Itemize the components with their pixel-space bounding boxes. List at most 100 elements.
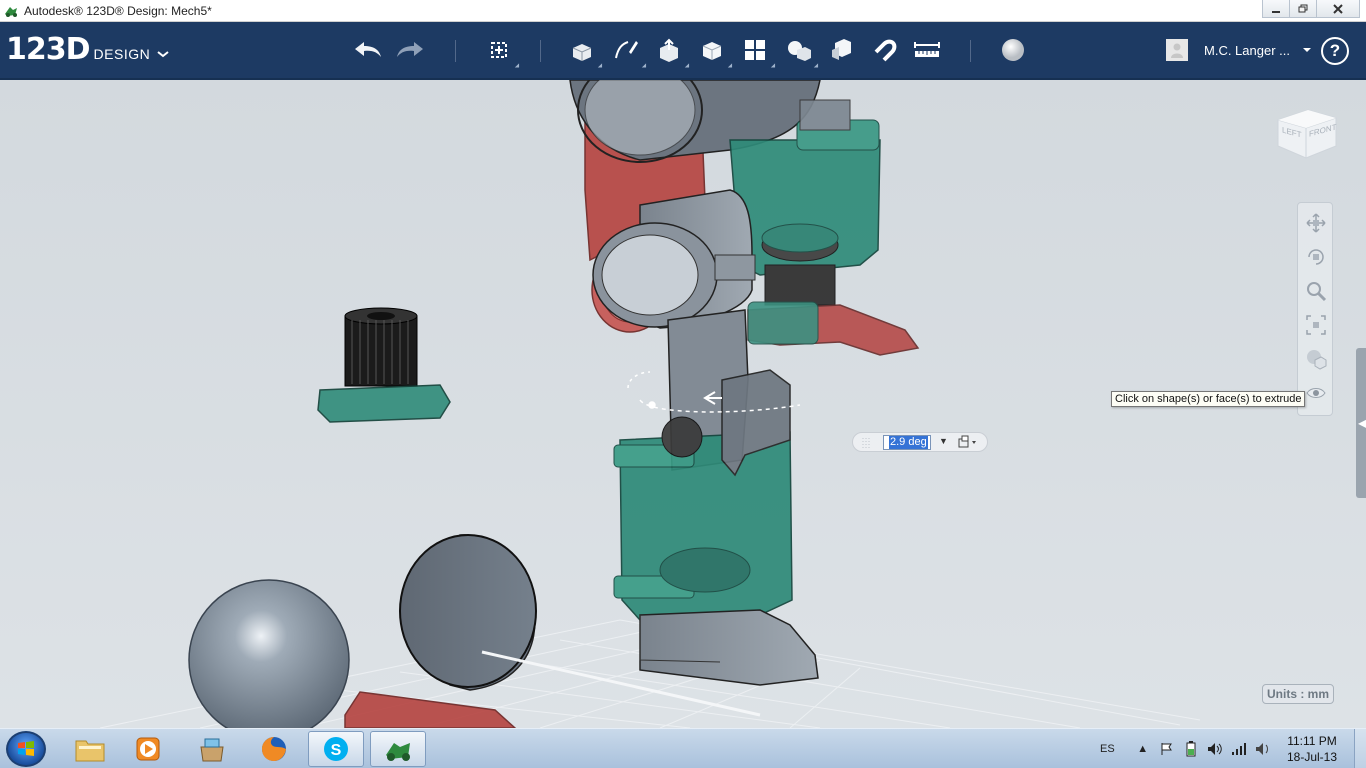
- ruler-icon: [914, 42, 940, 57]
- red-cylinder-part: [344, 691, 517, 728]
- extrude-tooltip: Click on shape(s) or face(s) to extrude: [1111, 391, 1306, 407]
- downloads-box-icon: [200, 738, 224, 762]
- user-menu[interactable]: M.C. Langer ...: [1166, 39, 1312, 61]
- drag-handle-icon: [862, 438, 870, 448]
- taskbar-123d-design[interactable]: [370, 731, 426, 767]
- zoom-button[interactable]: [1302, 277, 1330, 305]
- pattern-grid-icon: [745, 40, 765, 60]
- logo-word: DESIGN: [93, 46, 151, 62]
- sketch-pencil-icon: [615, 41, 638, 59]
- angle-dropdown-arrow-icon[interactable]: ▼: [939, 436, 948, 446]
- extrude-icon: [660, 38, 678, 62]
- minimize-button[interactable]: [1262, 0, 1290, 18]
- floating-gear-part: [317, 307, 451, 423]
- 123d-app-icon: [5, 6, 17, 17]
- speaker-icon[interactable]: [1255, 741, 1271, 757]
- material-sphere-icon: [1002, 39, 1024, 61]
- undo-arrow-icon: [355, 42, 381, 57]
- redo-button[interactable]: [394, 34, 426, 66]
- clock-date: 18-Jul-13: [1286, 750, 1338, 764]
- group-icon: [788, 41, 811, 61]
- window-title-bar: Autodesk® 123D® Design: Mech5*: [0, 0, 1366, 22]
- grouping-button[interactable]: [782, 34, 821, 70]
- restore-icon: [1298, 4, 1308, 12]
- avatar: [1166, 39, 1188, 61]
- modify-button[interactable]: [696, 34, 735, 70]
- 123d-design-app-icon: [386, 743, 410, 761]
- window-title: Autodesk® 123D® Design: Mech5*: [24, 3, 212, 18]
- network-signal-icon[interactable]: [1231, 741, 1247, 757]
- show-desktop-button[interactable]: [1354, 729, 1366, 768]
- zoom-icon: [1307, 282, 1327, 302]
- main-toolbar: 123D DESIGN M.C. Langer ... ?: [0, 22, 1366, 80]
- chevron-down-icon: [157, 51, 169, 58]
- primitives-button[interactable]: [566, 34, 605, 70]
- close-button[interactable]: [1316, 0, 1360, 18]
- modify-cube-icon: [702, 42, 722, 60]
- move-gizmo-icon: [491, 42, 507, 58]
- volume-icon[interactable]: [1207, 741, 1223, 757]
- fit-button[interactable]: [1302, 311, 1330, 339]
- combine-button[interactable]: [825, 34, 857, 66]
- user-icon: [1171, 43, 1183, 58]
- taskbar-media-player[interactable]: [120, 731, 176, 767]
- taskbar-skype[interactable]: S: [308, 731, 364, 767]
- visibility-eye-icon: [1306, 388, 1326, 398]
- pan-button[interactable]: [1302, 209, 1330, 237]
- material-button[interactable]: [997, 34, 1029, 66]
- skype-icon: S: [324, 737, 348, 761]
- view-mode-icon: [1307, 350, 1327, 370]
- angle-value-text: 2.9 deg: [889, 436, 928, 449]
- logo-number: 123D: [6, 32, 91, 67]
- clock-time: 11:11 PM: [1287, 734, 1337, 748]
- snap-button[interactable]: [868, 34, 900, 66]
- orbit-button[interactable]: [1302, 243, 1330, 271]
- maximize-button[interactable]: [1289, 0, 1317, 18]
- firefox-icon: [262, 737, 286, 761]
- system-tray: ES ▲: [1100, 729, 1279, 768]
- pan-icon: [1306, 213, 1326, 233]
- measure-button[interactable]: [911, 34, 943, 66]
- view-mode-button[interactable]: [1302, 345, 1330, 373]
- caret-down-icon: [1302, 48, 1311, 52]
- taskbar-firefox[interactable]: [246, 731, 302, 767]
- svg-text:S: S: [331, 742, 342, 759]
- chevron-left-icon: ◀: [1358, 416, 1366, 430]
- transform-button[interactable]: [483, 34, 522, 70]
- tray-expand-icon[interactable]: ▲: [1135, 741, 1151, 757]
- battery-icon[interactable]: [1183, 741, 1199, 757]
- visibility-button[interactable]: [1302, 379, 1330, 407]
- pattern-button[interactable]: [739, 34, 778, 70]
- view-cube[interactable]: LEFT FRONT: [1272, 102, 1340, 164]
- 3d-viewport[interactable]: LEFT FRONT Click on shape(s) or face(s) …: [0, 80, 1366, 728]
- navigation-bar: [1297, 202, 1333, 416]
- action-center-flag-icon[interactable]: [1159, 741, 1175, 757]
- start-button[interactable]: [6, 731, 46, 767]
- combine-icon: [832, 39, 851, 60]
- media-player-icon: [136, 737, 160, 761]
- app-menu-button[interactable]: 123D DESIGN: [6, 32, 170, 67]
- sketch-button[interactable]: [610, 34, 649, 70]
- orbit-icon: [1308, 249, 1324, 265]
- angle-input-widget: 2.9 deg ▼: [852, 432, 988, 452]
- taskbar-downloads[interactable]: [184, 731, 240, 767]
- sphere-part: [188, 579, 350, 728]
- units-label[interactable]: Units : mm: [1262, 684, 1335, 704]
- construct-button[interactable]: [653, 34, 692, 70]
- language-indicator[interactable]: ES: [1100, 743, 1115, 755]
- box-icon: [572, 44, 592, 61]
- file-explorer-icon: [75, 740, 105, 762]
- foot-part: [639, 609, 819, 686]
- magnet-icon: [874, 39, 897, 62]
- taskbar-file-explorer[interactable]: [62, 731, 118, 767]
- close-icon: [1333, 3, 1343, 14]
- user-name: M.C. Langer ...: [1204, 42, 1290, 58]
- clock[interactable]: 11:11 PM 18-Jul-13: [1282, 733, 1342, 765]
- mode-options-icon: [958, 435, 976, 448]
- windows-taskbar: S ES ▲ 11:11 PM 18-Jul-13: [0, 728, 1366, 768]
- angle-mode-button[interactable]: [957, 435, 983, 451]
- undo-button[interactable]: [352, 34, 384, 66]
- help-button[interactable]: ?: [1321, 37, 1349, 65]
- fit-icon: [1306, 315, 1326, 335]
- windows-logo-icon: [18, 741, 34, 756]
